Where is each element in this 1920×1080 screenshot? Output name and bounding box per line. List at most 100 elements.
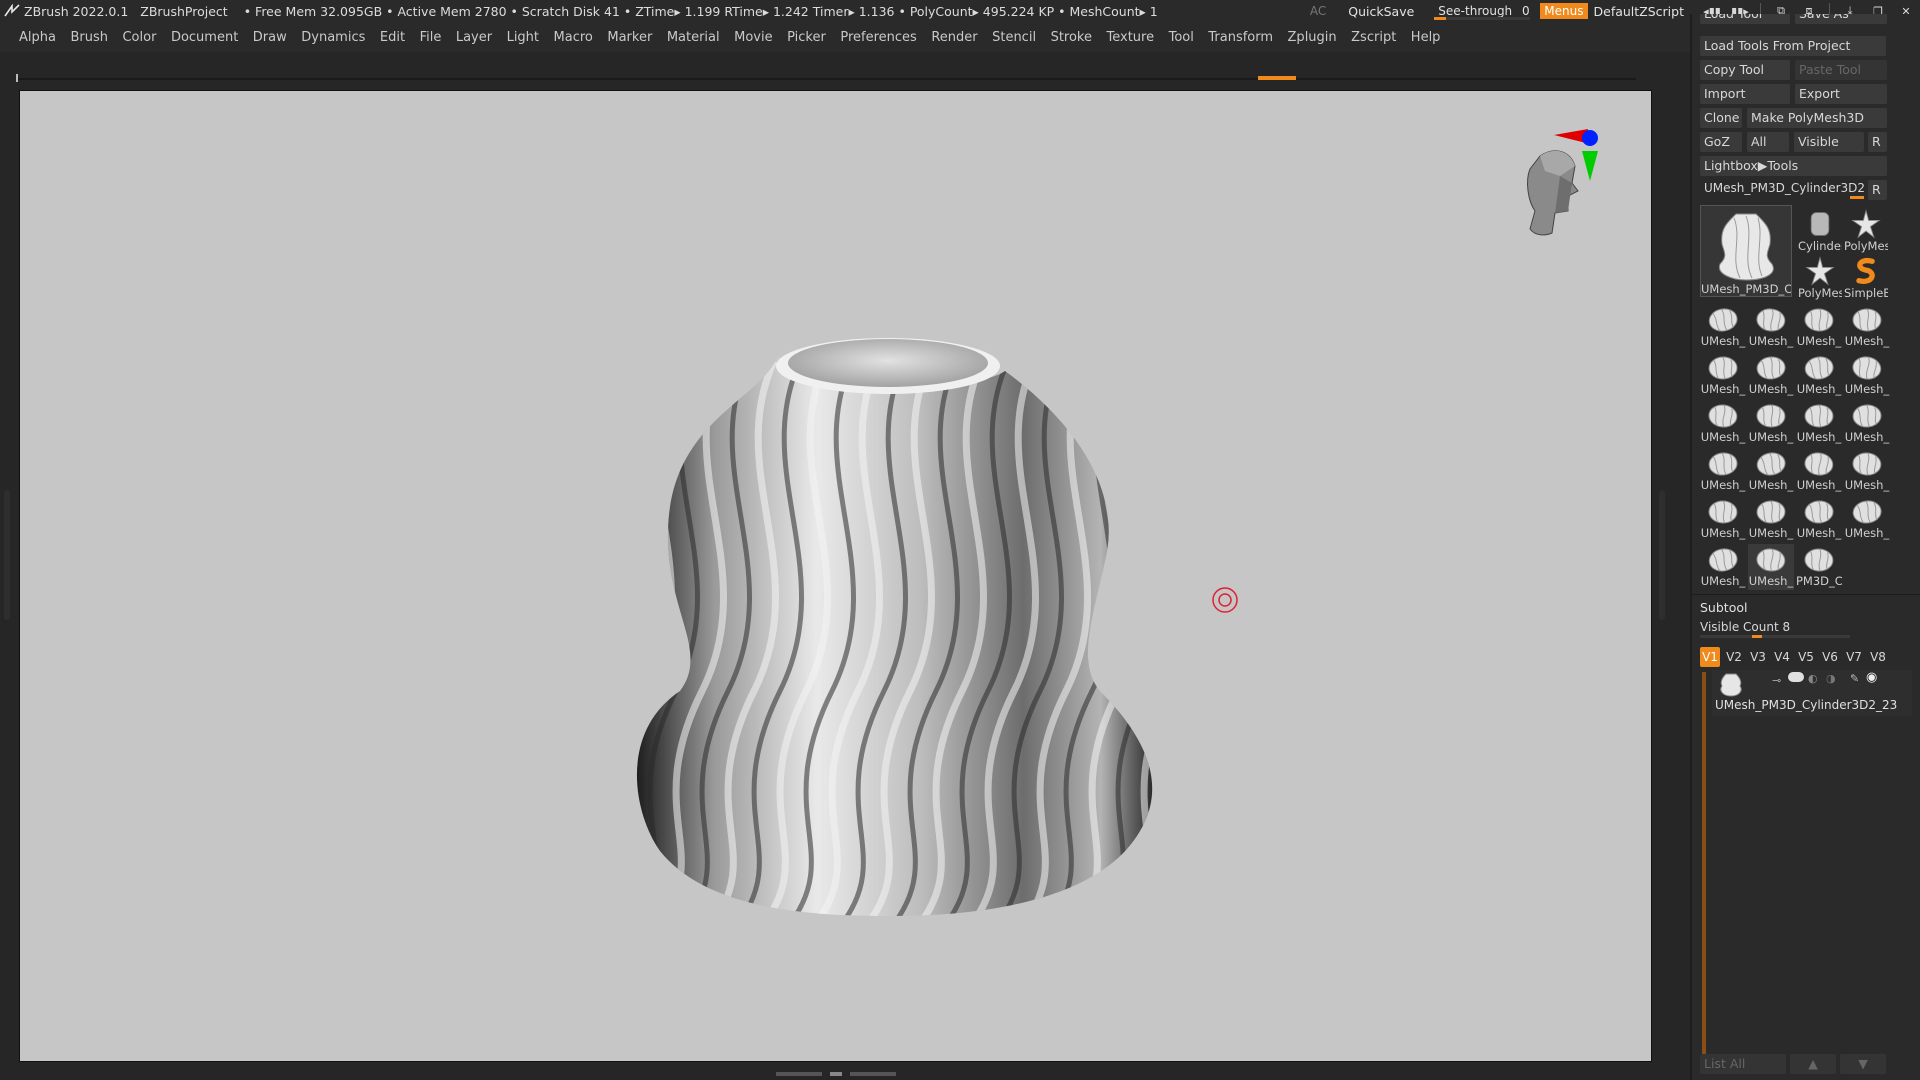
current-tool-slider[interactable]: UMesh_PM3D_Cylinder3D2_23: [1700, 179, 1864, 201]
menu-edit[interactable]: Edit: [380, 30, 405, 45]
menu-brush[interactable]: Brush: [70, 30, 108, 45]
menu-transform[interactable]: Transform: [1208, 30, 1273, 45]
cylinder-tool[interactable]: Cylinder: [1798, 209, 1842, 253]
see-through-slider[interactable]: See-through 0: [1434, 2, 1531, 20]
menu-picker[interactable]: Picker: [787, 30, 826, 45]
visibility-tab-v5[interactable]: V5: [1796, 647, 1816, 667]
ac-toggle[interactable]: AC: [1310, 4, 1326, 18]
visibility-tab-v6[interactable]: V6: [1820, 647, 1840, 667]
document-canvas[interactable]: [19, 90, 1652, 1062]
vase-model[interactable]: [20, 91, 1652, 1062]
goz-button[interactable]: GoZ: [1700, 132, 1742, 152]
tool-thumb-22[interactable]: PM3D_C: [1796, 544, 1842, 590]
subtool-title[interactable]: Subtool: [1700, 600, 1747, 615]
tool-thumb-9[interactable]: UMesh_: [1748, 400, 1794, 446]
export-button[interactable]: Export: [1795, 84, 1887, 104]
menu-layer[interactable]: Layer: [456, 30, 492, 45]
tool-thumb-0[interactable]: UMesh_: [1700, 304, 1746, 350]
shelf-indicator[interactable]: [1258, 76, 1296, 80]
subtool-item[interactable]: ⊸ ◐ ◑ ✎ ◉ UMesh_PM3D_Cylinder3D2_23: [1712, 670, 1912, 716]
lightbox-tools-button[interactable]: Lightbox▶Tools: [1700, 156, 1887, 176]
menu-draw[interactable]: Draw: [253, 30, 287, 45]
menu-zscript[interactable]: Zscript: [1351, 30, 1396, 45]
menu-dynamics[interactable]: Dynamics: [301, 30, 365, 45]
menu-preferences[interactable]: Preferences: [840, 30, 916, 45]
tool-thumb-21[interactable]: UMesh_: [1748, 544, 1794, 590]
polymesh-tool[interactable]: PolyMes: [1844, 209, 1888, 253]
menu-file[interactable]: File: [420, 30, 442, 45]
tool-thumb-10[interactable]: UMesh_: [1796, 400, 1842, 446]
tool-thumb-6[interactable]: UMesh_: [1796, 352, 1842, 398]
goz-all-button[interactable]: All: [1747, 132, 1789, 152]
tool-thumb-8[interactable]: UMesh_: [1700, 400, 1746, 446]
tool-thumb-16[interactable]: UMesh_: [1700, 496, 1746, 542]
menus-toggle[interactable]: Menus: [1540, 3, 1588, 19]
tool-thumb-18[interactable]: UMesh_: [1796, 496, 1842, 542]
goz-visible-button[interactable]: Visible: [1794, 132, 1864, 152]
menu-macro[interactable]: Macro: [554, 30, 593, 45]
default-zscript-button[interactable]: DefaultZScript: [1594, 4, 1685, 19]
tool-thumb-4[interactable]: UMesh_: [1700, 352, 1746, 398]
subtool-brush-icon[interactable]: ⊸: [1772, 674, 1781, 687]
list-all-button[interactable]: List All: [1700, 1054, 1786, 1074]
paste-tool-button[interactable]: Paste Tool: [1795, 60, 1887, 80]
subtool-polypaint-toggle[interactable]: [1788, 672, 1804, 682]
visible-count-slider[interactable]: Visible Count 8: [1700, 620, 1850, 638]
left-tray-handle[interactable]: [4, 490, 10, 620]
save-as-button[interactable]: Save As: [1795, 14, 1887, 24]
tool-thumb-13[interactable]: UMesh_: [1748, 448, 1794, 494]
menu-light[interactable]: Light: [507, 30, 539, 45]
menu-stroke[interactable]: Stroke: [1051, 30, 1092, 45]
tool-thumb-14[interactable]: UMesh_: [1796, 448, 1842, 494]
menu-tool[interactable]: Tool: [1169, 30, 1194, 45]
menu-render[interactable]: Render: [931, 30, 977, 45]
polymesh-star-tool[interactable]: PolyMes: [1798, 256, 1842, 300]
tool-thumb-15[interactable]: UMesh_: [1844, 448, 1890, 494]
visibility-tab-v2[interactable]: V2: [1724, 647, 1744, 667]
menu-material[interactable]: Material: [667, 30, 720, 45]
menu-document[interactable]: Document: [171, 30, 238, 45]
menu-color[interactable]: Color: [122, 30, 156, 45]
project-name[interactable]: ZBrushProject: [140, 4, 227, 19]
menu-zplugin[interactable]: Zplugin: [1288, 30, 1337, 45]
tool-thumb-3[interactable]: UMesh_: [1844, 304, 1890, 350]
subtool-pencil-icon[interactable]: ✎: [1850, 672, 1859, 685]
tool-thumb-19[interactable]: UMesh_: [1844, 496, 1890, 542]
import-button[interactable]: Import: [1700, 84, 1790, 104]
menu-movie[interactable]: Movie: [734, 30, 772, 45]
load-tool-button[interactable]: Load Tool: [1700, 14, 1790, 24]
zbrush-logo-icon[interactable]: [3, 2, 21, 20]
move-up-arrow-icon[interactable]: ▲: [1790, 1054, 1836, 1074]
navigation-gizmo[interactable]: [1510, 121, 1600, 251]
visibility-tab-v1[interactable]: V1: [1700, 647, 1720, 667]
subtool-dynamics-icon[interactable]: ◑: [1826, 672, 1836, 685]
bottom-tray-handle[interactable]: [772, 1071, 900, 1077]
clone-button[interactable]: Clone: [1700, 108, 1742, 128]
goz-r-button[interactable]: R: [1868, 132, 1887, 152]
menu-texture[interactable]: Texture: [1107, 30, 1155, 45]
active-tool-thumbnail[interactable]: UMesh_PM3D_C: [1700, 205, 1792, 297]
visibility-tab-v3[interactable]: V3: [1748, 647, 1768, 667]
visibility-tab-v4[interactable]: V4: [1772, 647, 1792, 667]
tool-thumb-7[interactable]: UMesh_: [1844, 352, 1890, 398]
tool-thumb-20[interactable]: UMesh_: [1700, 544, 1746, 590]
menu-stencil[interactable]: Stencil: [992, 30, 1036, 45]
tool-thumb-12[interactable]: UMesh_: [1700, 448, 1746, 494]
tool-thumb-2[interactable]: UMesh_: [1796, 304, 1842, 350]
tool-thumb-5[interactable]: UMesh_: [1748, 352, 1794, 398]
right-tray-handle[interactable]: [1659, 490, 1665, 620]
menu-alpha[interactable]: Alpha: [19, 30, 56, 45]
menu-marker[interactable]: Marker: [607, 30, 652, 45]
visibility-tab-v7[interactable]: V7: [1844, 647, 1864, 667]
tool-thumb-17[interactable]: UMesh_: [1748, 496, 1794, 542]
tool-thumb-11[interactable]: UMesh_: [1844, 400, 1890, 446]
simplebrush-tool[interactable]: SimpleB: [1844, 256, 1888, 300]
copy-tool-button[interactable]: Copy Tool: [1700, 60, 1790, 80]
subtool-mode-icon[interactable]: ◐: [1808, 672, 1818, 685]
move-down-arrow-icon[interactable]: ▼: [1840, 1054, 1886, 1074]
load-tools-from-project-button[interactable]: Load Tools From Project: [1700, 36, 1886, 56]
subtool-eye-icon[interactable]: ◉: [1866, 670, 1877, 685]
menu-help[interactable]: Help: [1411, 30, 1441, 45]
make-polymesh3d-button[interactable]: Make PolyMesh3D: [1747, 108, 1887, 128]
current-tool-r-button[interactable]: R: [1868, 180, 1887, 200]
